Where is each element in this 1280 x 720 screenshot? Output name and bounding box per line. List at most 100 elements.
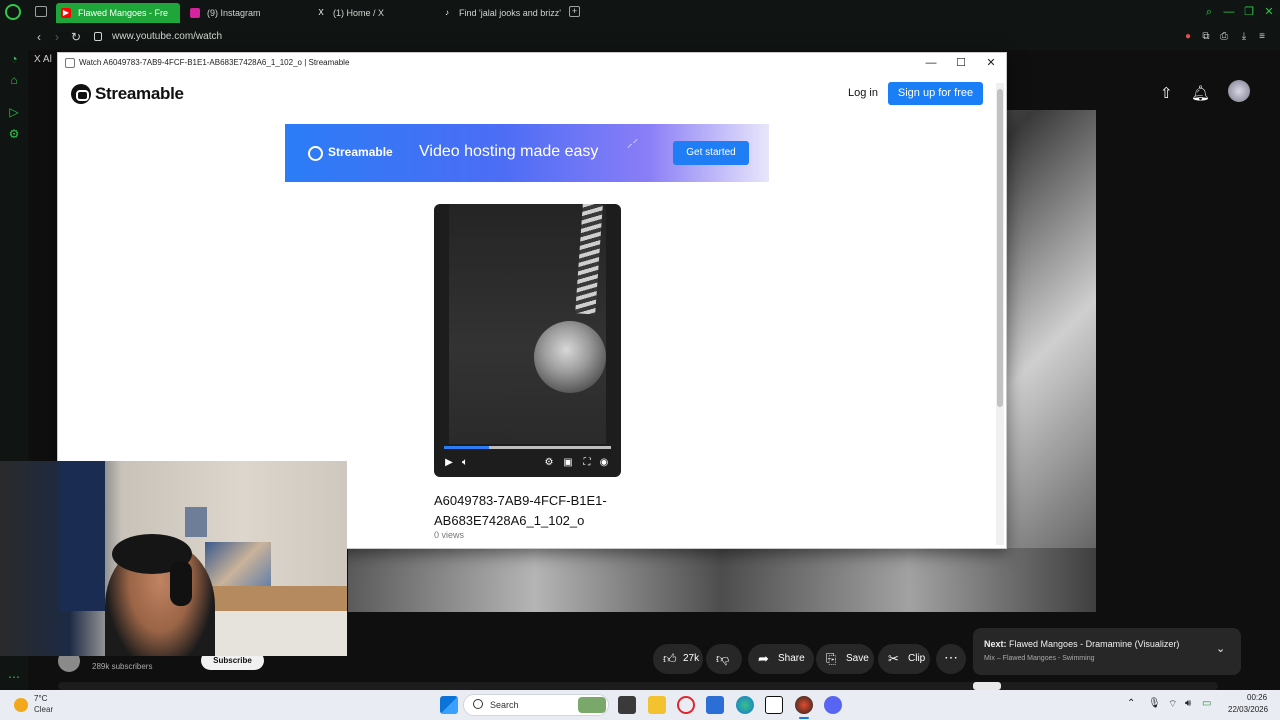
youtube-icon: ▶ (61, 8, 71, 18)
up-next-title: Next: Flawed Mangoes - Dramamine (Visual… (984, 639, 1179, 649)
tab-islands-icon[interactable] (35, 6, 47, 17)
login-link[interactable]: Log in (848, 87, 878, 99)
gx-corner-icon[interactable]: ⌂ (7, 73, 21, 87)
fullscreen-icon[interactable]: ⛶ (581, 457, 593, 468)
streamable-mini-logo-icon[interactable]: ◉ (598, 457, 610, 468)
banner-brand: Streamable (328, 145, 393, 159)
weather-condition[interactable]: Clear (34, 705, 53, 714)
subscriber-count: 289k subscribers (92, 662, 153, 671)
video-player[interactable]: ▶ 🔈︎ ⚙ ▣ ⛶ ◉ (434, 204, 621, 477)
gx-control-icon[interactable]: ◔ (7, 52, 21, 66)
more-icon[interactable]: ⋯ (7, 670, 21, 684)
forward-icon[interactable]: › (55, 30, 59, 44)
sparkle-icon: ⸝⸍ (627, 138, 638, 150)
extensions-icon[interactable]: ⧉ (1200, 31, 1212, 43)
share-button[interactable]: ➦ Share (748, 644, 814, 674)
bell-icon[interactable]: 🔔︎ (1191, 84, 1210, 102)
minimize-icon[interactable]: — (1223, 6, 1235, 18)
search-tabs-icon[interactable]: ⌕ (1203, 6, 1215, 18)
progress-bar[interactable] (444, 446, 611, 449)
task-view-icon[interactable] (618, 696, 636, 714)
webcam-curtain (60, 461, 105, 611)
menu-icon[interactable]: ≡ (1256, 31, 1268, 43)
new-tab-button[interactable]: + (569, 6, 580, 17)
view-count: 0 views (434, 530, 465, 540)
scrollbar-thumb[interactable] (997, 89, 1003, 407)
popup-titlebar[interactable]: Watch A6049783-7AB9-4FCF-B1E1-AB683E7428… (58, 53, 1006, 73)
download-icon[interactable]: ⤓ (1238, 31, 1250, 43)
settings-icon[interactable]: ⚙ (543, 457, 555, 468)
up-next-card[interactable]: Next: Flawed Mangoes - Dramamine (Visual… (973, 628, 1241, 675)
snapshot-icon[interactable]: ⎙ (1218, 31, 1230, 43)
share-label: Share (778, 653, 805, 664)
search-icon (473, 699, 483, 709)
video-frame[interactable] (449, 204, 606, 444)
settings-icon[interactable]: ⚙ (7, 127, 21, 141)
tray-overflow-icon[interactable]: ⌃ (1127, 698, 1135, 709)
account-avatar[interactable] (1228, 80, 1250, 102)
signup-button[interactable]: Sign up for free (888, 82, 983, 105)
tab-x[interactable]: X (1) Home / X (311, 3, 436, 23)
clip-button[interactable]: ✂ Clip (878, 644, 930, 674)
restore-icon[interactable]: ❐ (1243, 6, 1255, 18)
save-button[interactable]: ⎘ Save (816, 644, 874, 674)
battery-icon[interactable]: ▭ (1202, 698, 1211, 709)
player-icon[interactable]: ▷ (7, 105, 21, 119)
play-icon[interactable]: ▶ (443, 457, 455, 468)
tab-instagram[interactable]: (9) Instagram (185, 3, 305, 23)
file-explorer-icon[interactable] (648, 696, 666, 714)
lock-icon (94, 32, 102, 41)
clock-time[interactable]: 00:26 (1247, 693, 1267, 702)
dislike-button[interactable]: 👎︎ (706, 644, 742, 674)
maximize-icon[interactable]: ☐ (946, 54, 976, 72)
store-icon[interactable] (706, 696, 724, 714)
thumbs-up-icon: 👍︎ (663, 651, 677, 666)
opera-gx-logo-icon[interactable] (5, 4, 21, 20)
tab-tiktok[interactable]: ♪ Find 'jalal jooks and brizz' (437, 3, 562, 23)
reload-icon[interactable]: ↻ (71, 30, 81, 44)
close-icon[interactable]: ✕ (976, 54, 1006, 72)
webcam-headset (170, 561, 192, 606)
close-icon[interactable]: ✕ (1263, 6, 1275, 18)
more-actions-button[interactable]: ⋯ (936, 644, 966, 674)
tab-youtube[interactable]: ▶ Flawed Mangoes - Fre (56, 3, 180, 23)
clip-label: Clip (908, 653, 926, 664)
tab-label: Flawed Mangoes - Fre (78, 8, 169, 18)
next-label: Next: (984, 639, 1007, 649)
like-button[interactable]: 👍︎ 27k (653, 644, 703, 674)
share-icon: ➦ (758, 651, 769, 666)
microphone-icon[interactable]: 🎙︎ (1148, 698, 1161, 709)
extension-icon[interactable]: ● (1182, 31, 1194, 43)
streamable-logo-text[interactable]: Streamable (95, 84, 184, 104)
notion-icon[interactable] (765, 696, 783, 714)
wifi-icon[interactable]: ⌔ (1168, 698, 1177, 711)
weather-moon-icon[interactable] (14, 698, 28, 712)
chevron-down-icon[interactable]: ⌄ (1216, 642, 1225, 655)
back-icon[interactable]: ‹ (37, 30, 41, 44)
speaker-icon[interactable]: 🔊︎ (1185, 698, 1191, 709)
start-icon[interactable] (440, 696, 458, 714)
popup-scrollbar[interactable] (996, 83, 1004, 545)
address-bar: ‹ › ↻ www.youtube.com/watch ● ⧉ ⎙ ⤓ ≡ (28, 25, 1280, 50)
webcam-small-poster (185, 507, 207, 537)
url-field[interactable]: www.youtube.com/watch (112, 31, 222, 42)
filter-chip[interactable] (973, 682, 1001, 690)
get-started-button[interactable]: Get started (673, 141, 749, 165)
clock-date[interactable]: 22/03/2026 (1228, 705, 1268, 714)
upload-icon[interactable]: ⇧ (1160, 84, 1173, 102)
volume-icon[interactable]: 🔈︎ (459, 457, 471, 468)
opera-icon[interactable] (677, 696, 695, 714)
promo-banner[interactable]: Streamable Video hosting made easy ⸝⸍ Ge… (285, 124, 769, 182)
youtube-video-lower (348, 548, 1096, 612)
search-placeholder: Search (490, 700, 519, 710)
streamable-header: Streamable Log in Sign up for free (58, 73, 998, 113)
weather-temp[interactable]: 7°C (34, 694, 47, 703)
pip-icon[interactable]: ▣ (562, 457, 574, 468)
discord-icon[interactable] (824, 696, 842, 714)
opera-gx-icon[interactable] (795, 696, 813, 714)
like-count: 27k (683, 653, 700, 664)
edge-icon[interactable] (736, 696, 754, 714)
webcam-poster (205, 542, 271, 592)
minimize-icon[interactable]: — (916, 54, 946, 72)
streamable-logo-icon[interactable] (71, 84, 91, 104)
